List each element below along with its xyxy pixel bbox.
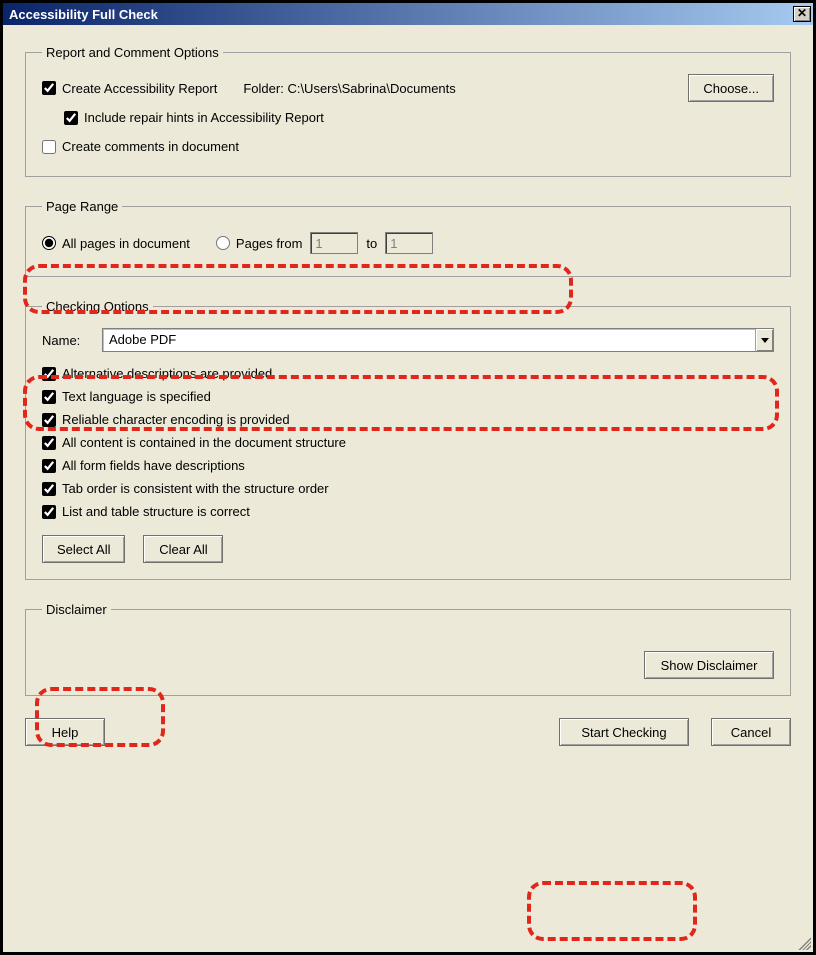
check-option-row[interactable]: Alternative descriptions are provided — [42, 366, 774, 381]
cancel-button[interactable]: Cancel — [711, 718, 791, 746]
pages-from-radio[interactable] — [216, 236, 230, 250]
create-report-label: Create Accessibility Report — [62, 81, 217, 96]
window-title: Accessibility Full Check — [9, 7, 158, 22]
check-option-checkbox[interactable] — [42, 367, 56, 381]
resize-grip-icon[interactable] — [795, 934, 811, 950]
clear-all-button[interactable]: Clear All — [143, 535, 223, 563]
close-button[interactable]: ✕ — [793, 6, 811, 22]
name-combobox[interactable]: Adobe PDF — [102, 328, 774, 352]
check-option-label: List and table structure is correct — [62, 504, 250, 519]
pages-to-input[interactable] — [385, 232, 433, 254]
check-option-row[interactable]: Tab order is consistent with the structu… — [42, 481, 774, 496]
all-pages-label: All pages in document — [62, 236, 190, 251]
show-disclaimer-button[interactable]: Show Disclaimer — [644, 651, 774, 679]
bottom-button-row: Help Start Checking Cancel — [25, 718, 791, 746]
include-hints-label: Include repair hints in Accessibility Re… — [84, 110, 324, 125]
page-range-legend: Page Range — [42, 199, 122, 214]
check-option-row[interactable]: All content is contained in the document… — [42, 435, 774, 450]
create-comments-label: Create comments in document — [62, 139, 239, 154]
check-option-row[interactable]: List and table structure is correct — [42, 504, 774, 519]
check-option-row[interactable]: Text language is specified — [42, 389, 774, 404]
checking-options-list: Alternative descriptions are provided Te… — [42, 366, 774, 519]
pages-to-label: to — [366, 236, 377, 251]
report-options-group: Report and Comment Options Create Access… — [25, 45, 791, 177]
name-label: Name: — [42, 333, 88, 348]
check-option-row[interactable]: All form fields have descriptions — [42, 458, 774, 473]
check-option-label: Reliable character encoding is provided — [62, 412, 290, 427]
check-option-checkbox[interactable] — [42, 505, 56, 519]
include-hints-row[interactable]: Include repair hints in Accessibility Re… — [64, 110, 774, 125]
start-checking-button[interactable]: Start Checking — [559, 718, 689, 746]
check-option-label: Alternative descriptions are provided — [62, 366, 272, 381]
disclaimer-legend: Disclaimer — [42, 602, 111, 617]
check-option-checkbox[interactable] — [42, 436, 56, 450]
create-comments-checkbox[interactable] — [42, 140, 56, 154]
disclaimer-group: Disclaimer Show Disclaimer — [25, 602, 791, 696]
create-report-row[interactable]: Create Accessibility Report — [42, 81, 217, 96]
report-options-legend: Report and Comment Options — [42, 45, 223, 60]
pages-from-input[interactable] — [310, 232, 358, 254]
check-option-label: Tab order is consistent with the structu… — [62, 481, 329, 496]
dialog-body: Report and Comment Options Create Access… — [3, 25, 813, 952]
check-option-checkbox[interactable] — [42, 390, 56, 404]
pages-from-label: Pages from — [236, 236, 302, 251]
check-option-checkbox[interactable] — [42, 459, 56, 473]
check-option-checkbox[interactable] — [42, 413, 56, 427]
check-option-label: All form fields have descriptions — [62, 458, 245, 473]
help-button[interactable]: Help — [25, 718, 105, 746]
check-option-label: Text language is specified — [62, 389, 211, 404]
name-combobox-value: Adobe PDF — [103, 329, 755, 351]
select-all-button[interactable]: Select All — [42, 535, 125, 563]
include-hints-checkbox[interactable] — [64, 111, 78, 125]
dialog-window: Accessibility Full Check ✕ Report and Co… — [0, 0, 816, 955]
create-report-checkbox[interactable] — [42, 81, 56, 95]
titlebar: Accessibility Full Check ✕ — [3, 3, 813, 25]
pages-from-radio-row[interactable]: Pages from — [216, 236, 302, 251]
choose-folder-button[interactable]: Choose... — [688, 74, 774, 102]
checking-options-legend: Checking Options — [42, 299, 153, 314]
chevron-down-icon[interactable] — [755, 329, 773, 351]
all-pages-radio[interactable] — [42, 236, 56, 250]
check-option-checkbox[interactable] — [42, 482, 56, 496]
all-pages-radio-row[interactable]: All pages in document — [42, 236, 190, 251]
checking-options-group: Checking Options Name: Adobe PDF Alterna… — [25, 299, 791, 580]
page-range-group: Page Range All pages in document Pages f… — [25, 199, 791, 277]
create-comments-row[interactable]: Create comments in document — [42, 139, 774, 154]
check-option-label: All content is contained in the document… — [62, 435, 346, 450]
check-option-row[interactable]: Reliable character encoding is provided — [42, 412, 774, 427]
folder-path-text: Folder: C:\Users\Sabrina\Documents — [243, 81, 455, 96]
